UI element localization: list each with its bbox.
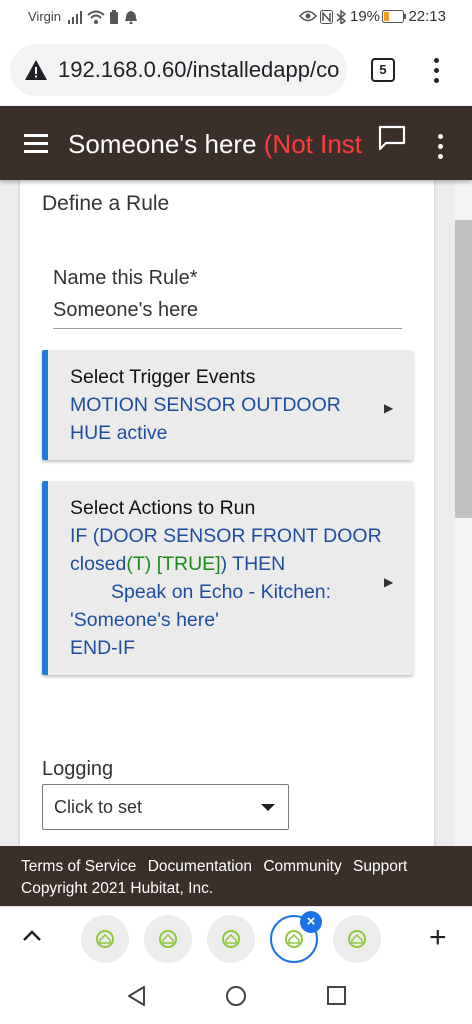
terms-of-service-link[interactable]: Terms of Service — [21, 858, 136, 875]
action-line: 'Someone's here' — [70, 609, 219, 631]
home-icon[interactable] — [225, 985, 247, 1007]
condition-state: closed — [70, 553, 127, 575]
logging-select[interactable]: Click to set — [42, 784, 289, 830]
browser-toolbar: 192.168.0.60/installedapp/co 5 — [0, 36, 472, 106]
trigger-line: MOTION SENSOR OUTDOOR — [70, 394, 341, 416]
system-navigation-bar — [0, 970, 472, 1024]
chat-icon[interactable] — [378, 125, 406, 151]
trigger-line: HUE active — [70, 422, 168, 444]
page-title: Someone's here (Not Inst — [68, 129, 378, 160]
action-line: IF (DOOR SENSOR FRONT DOOR — [70, 525, 382, 547]
tab-thumbnail[interactable] — [207, 915, 255, 963]
logging-label: Logging — [42, 758, 114, 780]
tab-strip: × + — [0, 906, 472, 970]
address-bar[interactable]: 192.168.0.60/installedapp/co — [10, 44, 347, 96]
logging-select-value: Click to set — [54, 797, 143, 817]
support-link[interactable]: Support — [353, 858, 407, 875]
expand-arrow-icon: ▶ — [384, 401, 394, 415]
hubitat-logo-icon — [96, 930, 114, 948]
bluetooth-icon — [336, 10, 346, 24]
chevron-up-icon[interactable] — [22, 929, 42, 943]
input-underline — [53, 328, 402, 329]
expand-arrow-icon: ▶ — [384, 575, 394, 589]
condition-truth: (T) [TRUE] — [126, 553, 221, 575]
actions-title: Select Actions to Run — [70, 497, 256, 519]
action-line: Speak on Echo - Kitchen: — [111, 581, 332, 603]
footer-links: Terms of Service Documentation Community… — [21, 858, 414, 876]
page-content: Define a Rule Name this Rule* Someone's … — [0, 180, 472, 846]
url-text[interactable]: 192.168.0.60/installedapp/co — [58, 57, 339, 83]
app-name: Someone's here — [68, 129, 257, 159]
trigger-title: Select Trigger Events — [70, 366, 256, 388]
app-header: Someone's here (Not Inst — [0, 106, 472, 180]
copyright: Copyright 2021 Hubitat, Inc. — [21, 880, 214, 897]
battery-icon — [382, 10, 406, 23]
tab-switcher-button[interactable]: 5 — [371, 58, 395, 82]
battery-saver-icon — [110, 10, 118, 24]
condition-then: ) THEN — [220, 553, 286, 575]
tab-thumbnail[interactable] — [333, 915, 381, 963]
notification-bell-icon — [125, 11, 137, 24]
clock: 22:13 — [408, 8, 446, 25]
back-icon[interactable] — [126, 985, 148, 1007]
new-tab-icon[interactable]: + — [429, 921, 447, 955]
community-link[interactable]: Community — [263, 858, 341, 875]
section-title: Define a Rule — [42, 192, 170, 215]
scrollbar-thumb[interactable] — [455, 220, 472, 518]
status-bar: Virgin 19% 22:13 — [0, 0, 472, 36]
signal-icon — [68, 11, 82, 24]
action-line: END-IF — [70, 637, 135, 659]
dropdown-caret-icon — [261, 804, 275, 811]
app-menu-icon[interactable] — [432, 132, 448, 162]
select-actions-button[interactable]: Select Actions to Run IF (DOOR SENSOR FR… — [42, 481, 413, 675]
tab-thumbnail[interactable] — [81, 915, 129, 963]
hubitat-logo-icon — [222, 930, 240, 948]
documentation-link[interactable]: Documentation — [148, 858, 252, 875]
hubitat-logo-icon — [348, 930, 366, 948]
close-tab-icon[interactable]: × — [300, 911, 322, 933]
rule-name-input[interactable]: Someone's here — [53, 299, 198, 322]
wifi-icon — [87, 10, 105, 24]
select-trigger-events-button[interactable]: Select Trigger Events MOTION SENSOR OUTD… — [42, 350, 413, 460]
browser-menu-icon[interactable] — [428, 56, 444, 86]
eye-icon — [299, 10, 317, 22]
action-line: closed(T) [TRUE]) THEN — [70, 553, 285, 576]
battery-percentage: 19% — [350, 8, 381, 25]
carrier-name: Virgin — [28, 9, 62, 24]
not-secure-warning-icon[interactable] — [24, 59, 48, 81]
install-status: (Not Inst — [263, 129, 363, 159]
recents-icon[interactable] — [326, 985, 348, 1007]
nfc-icon — [320, 10, 333, 24]
hubitat-logo-icon — [159, 930, 177, 948]
tab-thumbnail[interactable] — [144, 915, 192, 963]
hubitat-logo-icon — [285, 930, 303, 948]
hamburger-menu-icon[interactable] — [24, 134, 50, 154]
rule-name-label: Name this Rule* — [53, 267, 198, 289]
footer: Terms of Service Documentation Community… — [0, 846, 472, 906]
